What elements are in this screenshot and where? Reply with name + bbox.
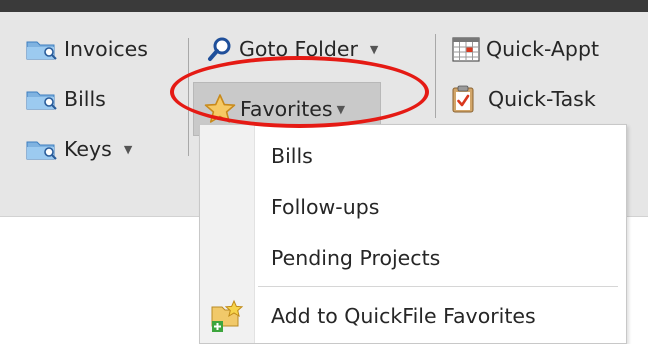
bills-label: Bills [64, 87, 106, 111]
chevron-down-icon[interactable]: ▼ [337, 103, 345, 116]
menu-separator [258, 286, 618, 287]
menu-item-label: Bills [271, 144, 313, 168]
favorites-label: Favorites [240, 97, 333, 121]
magnifier-icon [207, 36, 233, 62]
menu-item-add-to-favorites[interactable]: Add to QuickFile Favorites [200, 293, 626, 339]
calendar-icon [452, 36, 480, 62]
menu-item-label: Pending Projects [271, 246, 441, 270]
menu-item-label: Follow-ups [271, 195, 380, 219]
favorites-dropdown-menu: Bills Follow-ups Pending Projects Add to… [199, 124, 627, 344]
group-divider [188, 38, 189, 156]
invoices-button[interactable]: Invoices [26, 30, 148, 68]
quick-appt-label: Quick-Appt [486, 37, 600, 61]
folder-search-icon [26, 37, 58, 61]
folder-add-star-icon [210, 299, 246, 338]
menu-item-label: Add to QuickFile Favorites [271, 304, 536, 328]
star-icon [204, 93, 236, 125]
folder-search-icon [26, 137, 58, 161]
goto-folder-label: Goto Folder [239, 37, 358, 61]
bills-button[interactable]: Bills [26, 80, 106, 118]
chevron-down-icon[interactable]: ▼ [124, 143, 132, 156]
invoices-label: Invoices [64, 37, 148, 61]
goto-folder-button[interactable]: Goto Folder ▼ [207, 30, 378, 68]
quick-task-label: Quick-Task [488, 87, 596, 111]
window-top-border [0, 0, 648, 12]
clipboard-check-icon [452, 85, 474, 113]
keys-label: Keys [64, 137, 112, 161]
quick-task-button[interactable]: Quick-Task [452, 80, 596, 118]
menu-item-follow-ups[interactable]: Follow-ups [200, 184, 626, 230]
keys-button[interactable]: Keys ▼ [26, 130, 132, 168]
group-divider [435, 34, 436, 118]
menu-item-bills[interactable]: Bills [200, 133, 626, 179]
folder-search-icon [26, 87, 58, 111]
quick-appt-button[interactable]: Quick-Appt [452, 30, 599, 68]
chevron-down-icon[interactable]: ▼ [370, 43, 378, 56]
menu-item-pending-projects[interactable]: Pending Projects [200, 235, 626, 281]
